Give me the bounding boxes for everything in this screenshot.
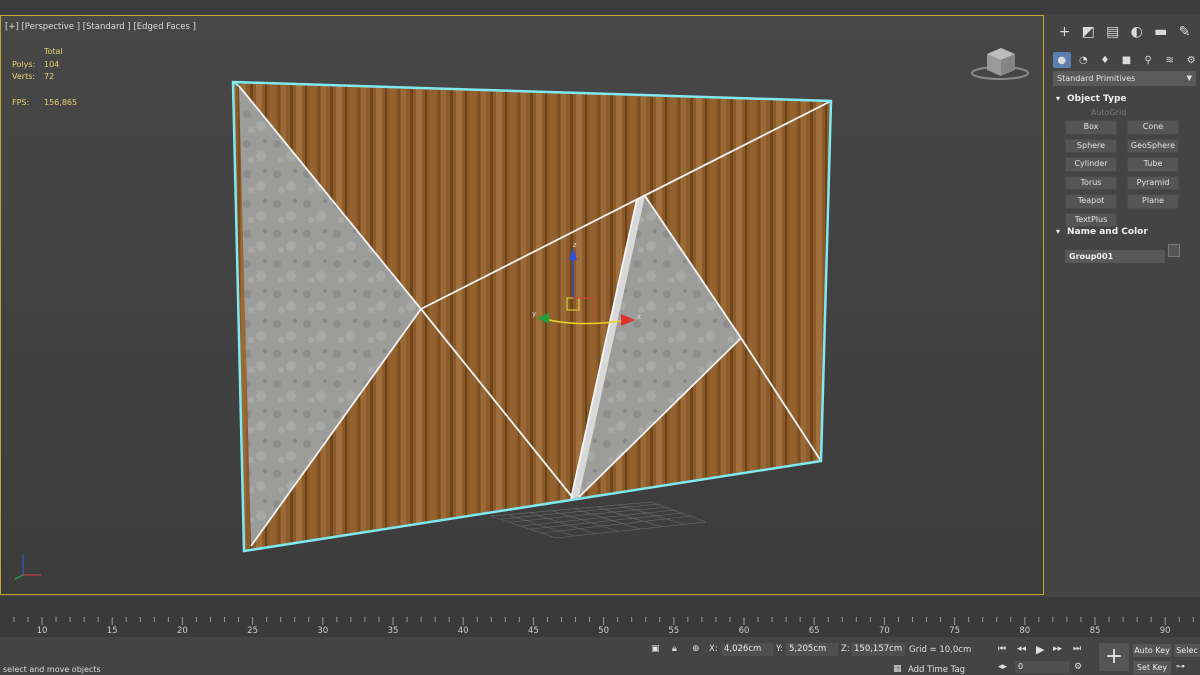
name-color-title[interactable]: Name and Color (1053, 225, 1196, 239)
timeline-tick-label: 60 (738, 626, 750, 636)
timeline-tick-label: 45 (527, 626, 539, 636)
gizmo-x-label: x (637, 313, 641, 321)
timeline-tick-label: 15 (106, 626, 118, 636)
object-type-rollout: Object Type AutoGrid Box Cone Sphere Geo… (1053, 92, 1196, 227)
modify-icon[interactable]: ◩ (1082, 24, 1095, 40)
chevron-down-icon: ▼ (1186, 74, 1192, 82)
perspective-viewport[interactable]: z x y [+] [Perspective ] [Standard ] [Ed… (0, 15, 1044, 595)
selected-dropdown[interactable]: Selec (1174, 644, 1200, 657)
stats-polys-label: Polys: (12, 59, 36, 69)
utilities-icon[interactable]: ✎ (1179, 24, 1191, 40)
hierarchy-icon[interactable]: ▤ (1106, 24, 1119, 40)
tube-button[interactable]: Tube (1127, 157, 1179, 172)
timeline-tick-label: 80 (1019, 626, 1031, 636)
gizmo-z-label: z (573, 241, 577, 249)
object-name-field[interactable]: Group001 (1065, 250, 1165, 263)
helpers-icon[interactable]: ⚲ (1139, 52, 1157, 68)
z-coord-field[interactable]: 150,157cm (851, 643, 905, 656)
timeline-tick-label: 20 (176, 626, 188, 636)
viewport-label-menu[interactable]: [+] [Perspective ] [Standard ] [Edged Fa… (5, 22, 196, 32)
y-coord-label: Y: (776, 644, 783, 654)
go-to-end-icon[interactable]: ⏭ (1073, 644, 1081, 654)
sphere-button[interactable]: Sphere (1065, 138, 1117, 153)
teapot-button[interactable]: Teapot (1065, 194, 1117, 209)
auto-key-button[interactable]: Auto Key (1133, 644, 1171, 657)
timeline-tick-label: 40 (457, 626, 469, 636)
spacewarps-icon[interactable]: ≋ (1161, 52, 1179, 68)
play-icon[interactable]: ▶ (1036, 643, 1044, 656)
stats-header: Total (44, 47, 63, 56)
previous-frame-icon[interactable]: ◂◂ (1017, 644, 1026, 654)
add-key-icon[interactable]: + (1099, 643, 1129, 671)
timeline-tick-label: 30 (317, 626, 329, 636)
autogrid-checkbox[interactable]: AutoGrid (1053, 106, 1196, 120)
z-coord-label: Z: (841, 644, 850, 654)
geosphere-button[interactable]: GeoSphere (1127, 138, 1179, 153)
time-config-icon[interactable]: ⚙ (1074, 662, 1082, 672)
timeline-tick-label: 70 (878, 626, 890, 636)
next-frame-icon[interactable]: ▸▸ (1053, 644, 1062, 654)
absolute-mode-icon[interactable]: ⊕ (692, 644, 700, 654)
category-dropdown-value: Standard Primitives (1057, 74, 1136, 83)
cameras-icon[interactable]: ■ (1118, 52, 1136, 68)
timeline-tick-label: 75 (949, 626, 961, 636)
scene-statistics: Total Polys: 104 Verts: 72 FPS: 156,865 (12, 46, 104, 109)
pyramid-button[interactable]: Pyramid (1127, 175, 1179, 190)
stats-verts-value: 72 (44, 72, 55, 81)
name-color-rollout: Name and Color Group001 (1053, 225, 1196, 263)
motion-icon[interactable]: ◐ (1131, 24, 1143, 40)
grid-size: Grid = 10,0cm (909, 645, 972, 655)
torus-button[interactable]: Torus (1065, 175, 1117, 190)
cylinder-button[interactable]: Cylinder (1065, 157, 1117, 172)
stats-fps-label: FPS: (12, 97, 30, 107)
timeline-tick-label: 35 (387, 626, 399, 636)
time-tag-icon[interactable]: ▦ (893, 664, 902, 674)
go-to-start-icon[interactable]: ⏮ (998, 644, 1006, 654)
geometry-icon[interactable]: ● (1053, 52, 1071, 68)
selection-lock-icon[interactable]: ▣ (651, 644, 660, 654)
world-axis-tripod-icon (14, 555, 41, 580)
systems-icon[interactable]: ⚙ (1182, 52, 1200, 68)
timeline-tick-label: 55 (668, 626, 680, 636)
timeline-tick-label: 90 (1159, 626, 1171, 636)
key-mode-icon[interactable]: ◂▸ (998, 662, 1007, 672)
y-coord-field[interactable]: 5,205cm (786, 643, 838, 656)
timeline-tick-label: 65 (808, 626, 820, 636)
current-frame-field[interactable]: 0 (1015, 661, 1069, 673)
plane-button[interactable]: Plane (1127, 194, 1179, 209)
create-subtabs: ● ◔ ♦ ■ ⚲ ≋ ⚙ (1049, 50, 1200, 70)
lights-icon[interactable]: ♦ (1096, 52, 1114, 68)
viewcube-icon[interactable] (971, 48, 1029, 80)
top-bar (0, 0, 1200, 14)
box-button[interactable]: Box (1065, 120, 1117, 135)
create-icon[interactable]: + (1059, 24, 1071, 40)
status-bar: select and move objects ▣ 🔒︎ ⊕ X: 4,026c… (0, 639, 1200, 675)
lock-icon[interactable]: 🔒︎ (672, 644, 677, 654)
stats-polys-value: 104 (44, 59, 60, 69)
timeline-tick-label: 50 (598, 626, 610, 636)
primitive-buttons: Box Cone Sphere GeoSphere Cylinder Tube … (1053, 120, 1196, 227)
prompt-line: select and move objects (3, 665, 101, 674)
shapes-icon[interactable]: ◔ (1075, 52, 1093, 68)
command-panel: + ◩ ▤ ◐ ▬ ✎ ● ◔ ♦ ■ ⚲ ≋ ⚙ Standard Primi… (1049, 15, 1200, 595)
command-panel-tabs: + ◩ ▤ ◐ ▬ ✎ (1049, 15, 1200, 49)
timeline-tick-label: 10 (36, 626, 48, 636)
cone-button[interactable]: Cone (1127, 120, 1179, 135)
gizmo-y-label: y (532, 310, 536, 318)
add-time-tag[interactable]: Add Time Tag (908, 665, 965, 675)
stats-verts-label: Verts: (12, 72, 36, 81)
timeline-tick-label: 25 (247, 626, 259, 636)
x-coord-field[interactable]: 4,026cm (721, 643, 773, 656)
scene-canvas[interactable]: z x y (1, 16, 1044, 595)
display-icon[interactable]: ▬ (1154, 24, 1167, 40)
key-filters-icon[interactable]: ⊶ (1176, 662, 1185, 672)
category-dropdown[interactable]: Standard Primitives ▼ (1053, 71, 1196, 86)
object-color-swatch[interactable] (1168, 244, 1180, 257)
x-coord-label: X: (709, 644, 718, 654)
set-key-button[interactable]: Set Key (1133, 661, 1171, 674)
object-type-title[interactable]: Object Type (1053, 92, 1196, 106)
timeline-tick-label: 85 (1089, 626, 1101, 636)
stats-fps-value: 156,865 (44, 97, 78, 107)
